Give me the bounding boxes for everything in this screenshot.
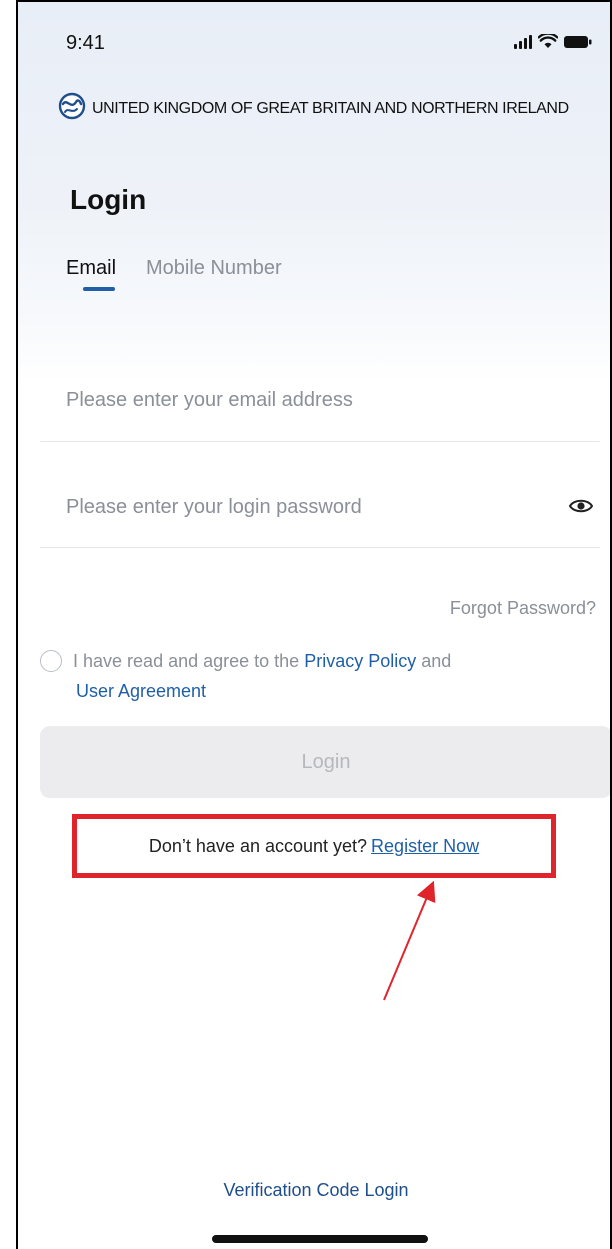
register-prompt: Don’t have an account yet? <box>148 835 368 856</box>
login-tabs: Email Mobile Number <box>66 257 282 291</box>
globe-icon <box>58 92 92 125</box>
tab-mobile-number[interactable]: Mobile Number <box>146 257 282 280</box>
status-time: 9:41 <box>66 32 105 54</box>
user-agreement-link[interactable]: User Agreement <box>76 681 206 701</box>
email-field-row <box>40 360 600 442</box>
page-title: Login <box>70 184 147 215</box>
battery-icon <box>564 35 592 49</box>
password-field-row <box>40 468 600 548</box>
phone-screen: 9:41 UNITED KINGDOM OF GREAT BRITAIN AND… <box>16 0 612 1249</box>
privacy-policy-link[interactable]: Privacy Policy <box>304 651 416 671</box>
login-button[interactable]: Login <box>40 726 610 798</box>
region-name: UNITED KINGDOM OF GREAT BRITAIN AND NORT… <box>92 99 569 117</box>
tab-email[interactable]: Email <box>66 257 117 291</box>
active-tab-indicator <box>83 287 115 291</box>
signal-icon <box>514 35 532 49</box>
tab-mobile-number-label: Mobile Number <box>146 257 282 279</box>
agreement-conjunction: and <box>421 651 452 671</box>
eye-icon[interactable] <box>568 496 594 516</box>
wifi-icon <box>538 34 558 49</box>
register-highlight-box: Don’t have an account yet? Register Now <box>72 814 556 878</box>
email-input[interactable] <box>40 360 600 441</box>
agreement-second-line: User Agreement <box>40 676 610 706</box>
verification-code-login-link[interactable]: Verification Code Login <box>18 1180 610 1201</box>
region-selector[interactable]: UNITED KINGDOM OF GREAT BRITAIN AND NORT… <box>58 92 569 125</box>
agreement-prefix: I have read and agree to the <box>73 651 300 671</box>
register-now-link[interactable]: Register Now <box>371 836 479 857</box>
agreement-checkbox[interactable] <box>40 650 62 672</box>
home-indicator <box>212 1235 428 1243</box>
tab-email-label: Email <box>66 257 117 279</box>
status-icons <box>514 34 592 49</box>
forgot-password-link[interactable]: Forgot Password? <box>450 598 596 619</box>
password-input[interactable] <box>40 468 600 547</box>
agreement-text: I have read and agree to the Privacy Pol… <box>40 646 610 706</box>
